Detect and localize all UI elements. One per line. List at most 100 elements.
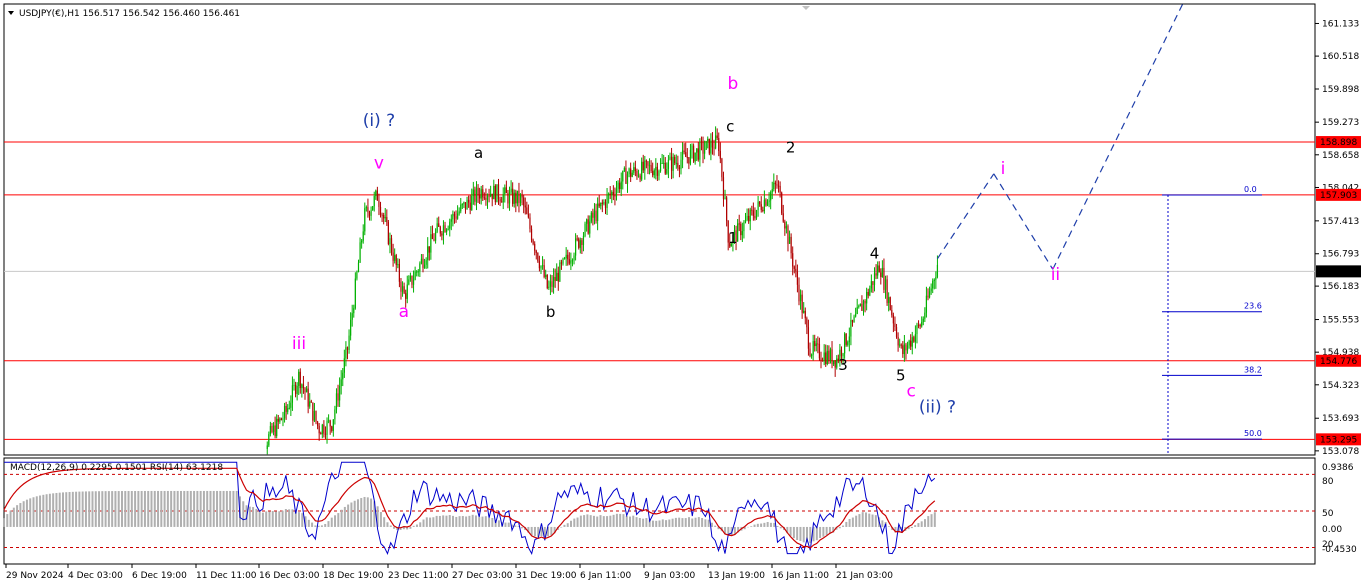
candle-body	[681, 150, 684, 160]
price-axis-label: 159.898	[1322, 85, 1359, 95]
candle-body	[630, 168, 632, 177]
wave-label: b	[728, 74, 739, 94]
candle-body	[463, 202, 465, 205]
candle-body	[420, 258, 423, 264]
candle-body	[768, 200, 770, 203]
candle-body	[276, 418, 278, 437]
candle-body	[457, 213, 459, 219]
time-axis-label: 16 Jan 11:00	[772, 571, 829, 581]
indicator-layer: 0.938680500.0020-0.4530	[3, 461, 1357, 555]
candle-body	[856, 307, 858, 315]
candle-body	[386, 217, 388, 223]
candle-body	[818, 343, 821, 359]
candle-body	[280, 418, 283, 420]
candles-layer	[266, 126, 939, 455]
candle-body	[565, 254, 567, 259]
wave-label: 4	[870, 245, 880, 263]
candle-body	[796, 271, 799, 285]
candle-body	[829, 349, 832, 361]
candle-body	[792, 253, 794, 267]
chart-canvas[interactable]: 0.023.638.250.0 (i) ?viiiaabbc12345c(ii)…	[0, 0, 1366, 588]
candle-body	[666, 168, 668, 174]
candle-body	[917, 324, 920, 326]
candle-body	[697, 148, 699, 160]
price-axis-label: 156.183	[1322, 282, 1359, 292]
candle-body	[801, 294, 803, 313]
candle-body	[305, 388, 308, 393]
price-axis-label: 155.553	[1322, 316, 1359, 326]
candle-body	[469, 202, 471, 211]
candle-body	[913, 337, 915, 342]
candle-body	[441, 233, 443, 236]
levels-layer	[4, 141, 1315, 440]
candle-body	[884, 279, 887, 290]
indicator-axis-label: 0.9386	[1322, 463, 1354, 473]
candle-body	[862, 300, 865, 311]
candle-body	[886, 279, 888, 303]
candle-body	[568, 259, 570, 264]
candle-body	[702, 142, 704, 154]
candle-body	[877, 265, 879, 276]
candle-body	[449, 221, 451, 229]
candle-body	[571, 260, 574, 262]
candle-body	[294, 384, 297, 394]
candle-body	[656, 166, 659, 176]
candle-body	[633, 167, 635, 173]
candle-body	[821, 360, 824, 362]
candle-body	[788, 236, 791, 244]
scroll-marker-icon[interactable]	[802, 6, 810, 10]
candle-body	[433, 239, 435, 241]
time-axis: 29 Nov 2024 4 Dec 03:00 6 Dec 19:00 11 Dec …	[5, 564, 893, 581]
candle-body	[442, 225, 445, 236]
candle-body	[921, 321, 923, 327]
candle-body	[277, 418, 279, 422]
wave-label: c	[726, 117, 734, 135]
candle-body	[716, 135, 718, 139]
symbol-dropdown-icon[interactable]	[8, 11, 14, 15]
candle-body	[626, 174, 629, 184]
candle-body	[370, 210, 372, 216]
wave-label: v	[374, 153, 384, 173]
candle-body	[905, 344, 907, 351]
candle-body	[689, 149, 692, 164]
candle-body	[485, 197, 487, 200]
candle-body	[859, 303, 861, 307]
candle-body	[331, 426, 333, 431]
candle-body	[828, 350, 830, 361]
candle-body	[354, 278, 356, 309]
candle-body	[474, 189, 476, 202]
candle-body	[641, 161, 643, 180]
candle-body	[453, 213, 456, 217]
candle-body	[397, 264, 399, 266]
candle-body	[686, 156, 688, 158]
candle-body	[279, 418, 281, 422]
candle-body	[422, 258, 424, 268]
candle-body	[815, 343, 817, 347]
candle-body	[411, 275, 413, 285]
candle-body	[691, 145, 693, 150]
candle-body	[398, 264, 400, 282]
candle-body	[703, 149, 706, 154]
candle-body	[724, 197, 726, 199]
candle-body	[678, 167, 681, 169]
candle-body	[825, 352, 827, 364]
candle-body	[361, 240, 363, 243]
candle-body	[301, 384, 303, 389]
candle-body	[785, 226, 788, 229]
candle-body	[609, 193, 611, 196]
candle-body	[387, 222, 389, 245]
candle-body	[513, 192, 515, 204]
candle-body	[799, 294, 802, 302]
wave-label: (i) ?	[363, 111, 395, 131]
wave-label: iii	[292, 334, 306, 354]
candle-body	[601, 202, 603, 204]
candle-body	[436, 223, 438, 232]
candle-body	[664, 162, 666, 174]
candle-body	[744, 219, 747, 223]
candle-body	[928, 291, 931, 298]
candle-body	[405, 293, 407, 299]
fib-level-label: 50.0	[1244, 429, 1262, 438]
candle-body	[563, 258, 566, 260]
candle-body	[864, 300, 866, 304]
candle-body	[545, 274, 547, 277]
